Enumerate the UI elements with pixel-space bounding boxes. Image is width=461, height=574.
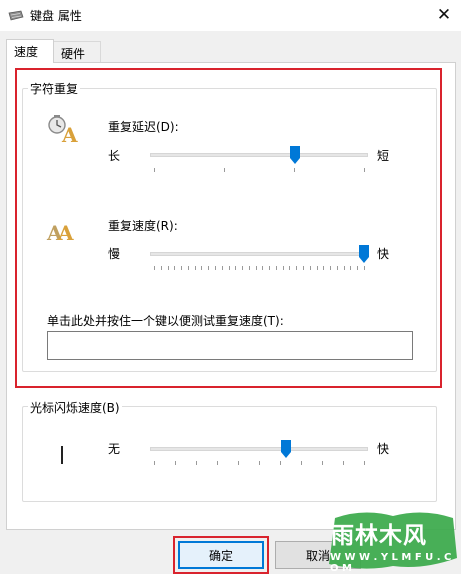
slider-tick bbox=[280, 461, 281, 465]
slider-tick bbox=[262, 266, 264, 270]
slider-tick bbox=[238, 461, 239, 465]
slider-tick bbox=[208, 266, 210, 270]
repeat-rate-label: 重复速度(R): bbox=[108, 219, 178, 233]
repeat-test-label: 单击此处并按住一个键以便测试重复速度(T): bbox=[47, 314, 284, 328]
cursor-blink-slider-track[interactable] bbox=[150, 447, 368, 451]
repeat-rate-slider-thumb[interactable] bbox=[359, 245, 369, 263]
repeat-rate-ticks bbox=[154, 266, 365, 270]
close-button[interactable]: ✕ bbox=[430, 2, 458, 28]
slider-tick bbox=[330, 266, 332, 270]
slider-tick bbox=[343, 266, 345, 270]
slider-tick bbox=[217, 461, 218, 465]
slider-tick bbox=[160, 266, 162, 270]
slider-tick bbox=[309, 266, 311, 270]
ok-button-label: 确定 bbox=[208, 548, 233, 563]
cursor-blink-group-title: 光标闪烁速度(B) bbox=[28, 399, 122, 416]
character-repeat-group bbox=[22, 88, 437, 372]
slider-tick bbox=[259, 461, 260, 465]
slider-tick bbox=[167, 266, 169, 270]
cursor-blink-slider-thumb[interactable] bbox=[281, 440, 292, 458]
slider-tick bbox=[350, 266, 352, 270]
slider-tick bbox=[154, 266, 155, 270]
slider-tick bbox=[174, 266, 176, 270]
svg-text:A: A bbox=[61, 123, 78, 144]
slider-tick bbox=[248, 266, 250, 270]
slider-tick bbox=[343, 461, 344, 465]
slider-tick bbox=[201, 266, 203, 270]
slider-tick bbox=[289, 266, 291, 270]
slider-tick bbox=[196, 461, 197, 465]
slider-tick bbox=[269, 266, 271, 270]
repeat-rate-min-label: 慢 bbox=[108, 247, 121, 261]
slider-tick bbox=[316, 266, 318, 270]
cursor-blink-ticks bbox=[154, 461, 365, 465]
slider-tick bbox=[364, 266, 365, 270]
character-repeat-group-title: 字符重复 bbox=[28, 80, 81, 97]
title-bar: 键盘 属性 ✕ bbox=[0, 0, 461, 31]
watermark: 雨林木风 W W W . Y L M F U . C O M bbox=[323, 510, 461, 574]
slider-tick bbox=[296, 266, 298, 270]
slider-tick bbox=[154, 168, 155, 172]
slider-tick bbox=[235, 266, 237, 270]
repeat-delay-icon: A bbox=[48, 115, 78, 144]
slider-tick bbox=[187, 266, 189, 270]
slider-tick bbox=[242, 266, 244, 270]
slider-tick bbox=[228, 266, 230, 270]
slider-tick bbox=[214, 266, 216, 270]
slider-tick bbox=[364, 168, 365, 172]
slider-tick bbox=[357, 266, 359, 270]
slider-tick bbox=[181, 266, 183, 270]
close-icon: ✕ bbox=[436, 5, 452, 25]
tab-speed[interactable]: 速度 bbox=[6, 39, 54, 63]
tab-hardware-label: 硬件 bbox=[61, 47, 86, 61]
ok-button[interactable]: 确定 bbox=[178, 541, 264, 569]
svg-text:A: A bbox=[57, 221, 74, 244]
tab-speed-label: 速度 bbox=[14, 45, 39, 59]
watermark-text: 雨林木风 bbox=[331, 523, 427, 549]
slider-tick bbox=[336, 266, 338, 270]
repeat-delay-slider-thumb[interactable] bbox=[289, 146, 300, 164]
slider-tick bbox=[301, 461, 302, 465]
slider-tick bbox=[194, 266, 196, 270]
slider-tick bbox=[282, 266, 284, 270]
slider-tick bbox=[154, 461, 155, 465]
tab-hardware[interactable]: 硬件 bbox=[53, 41, 101, 62]
repeat-rate-max-label: 快 bbox=[377, 247, 390, 261]
slider-tick bbox=[275, 266, 277, 270]
slider-tick bbox=[322, 461, 323, 465]
repeat-rate-icon: A A bbox=[46, 221, 74, 244]
slider-tick bbox=[175, 461, 176, 465]
cursor-blink-max-label: 快 bbox=[377, 442, 390, 456]
slider-tick bbox=[303, 266, 305, 270]
slider-tick bbox=[294, 168, 295, 172]
repeat-test-input[interactable] bbox=[47, 331, 413, 360]
slider-tick bbox=[221, 266, 223, 270]
repeat-delay-label: 重复延迟(D): bbox=[108, 120, 179, 134]
slider-tick bbox=[224, 168, 225, 172]
keyboard-icon bbox=[8, 10, 24, 21]
repeat-delay-max-label: 短 bbox=[377, 149, 390, 163]
watermark-url: W W W . Y L M F U . C O M bbox=[330, 552, 452, 574]
slider-tick bbox=[255, 266, 257, 270]
slider-tick bbox=[364, 461, 365, 465]
repeat-delay-min-label: 长 bbox=[108, 149, 121, 163]
repeat-rate-slider-track[interactable] bbox=[150, 252, 368, 256]
repeat-delay-slider-track[interactable] bbox=[150, 153, 368, 157]
window-title: 键盘 属性 bbox=[30, 9, 82, 23]
cursor-blink-preview bbox=[61, 446, 63, 464]
cursor-blink-group bbox=[22, 406, 437, 502]
slider-tick bbox=[323, 266, 325, 270]
repeat-delay-ticks bbox=[154, 168, 365, 172]
cursor-blink-min-label: 无 bbox=[108, 442, 121, 456]
